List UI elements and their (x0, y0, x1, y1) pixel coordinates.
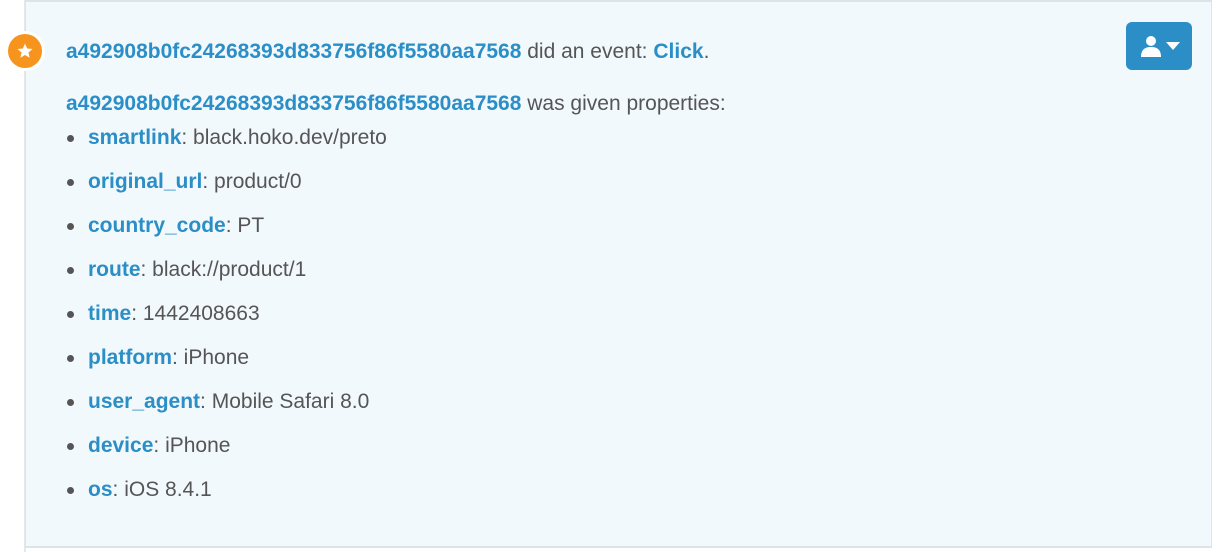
property-separator: : (112, 478, 125, 501)
property-value: iPhone (183, 346, 250, 369)
event-suffix: . (703, 40, 710, 63)
properties-heading: a492908b0fc24268393d833756f86f5580aa7568… (66, 90, 726, 118)
user-menu-button[interactable] (1126, 22, 1192, 70)
user-id-link[interactable]: a492908b0fc24268393d833756f86f5580aa7568 (66, 92, 521, 115)
user-icon (1140, 36, 1161, 57)
property-value: 1442408663 (142, 302, 260, 325)
property-separator: : (200, 390, 212, 413)
list-item: os: iOS 8.4.1 (67, 475, 387, 519)
property-separator: : (131, 302, 143, 325)
property-value: iOS 8.4.1 (124, 478, 212, 501)
star-icon (17, 43, 33, 58)
list-item: smartlink: black.hoko.dev/preto (67, 123, 387, 167)
caret-down-icon (1165, 42, 1180, 50)
list-item: route: black://product/1 (67, 255, 387, 299)
given-properties-text: was given properties: (521, 92, 726, 115)
property-key-link[interactable]: os (88, 478, 113, 501)
property-key-link[interactable]: route (88, 258, 141, 281)
property-separator: : (202, 170, 215, 193)
list-item: platform: iPhone (67, 343, 387, 387)
property-value: black.hoko.dev/preto (193, 126, 387, 149)
list-item: user_agent: Mobile Safari 8.0 (67, 387, 387, 431)
did-event-text: did an event: (521, 40, 654, 63)
property-separator: : (172, 346, 184, 369)
list-item: original_url: product/0 (67, 167, 387, 211)
property-separator: : (140, 258, 153, 281)
property-key-link[interactable]: smartlink (88, 126, 181, 149)
property-separator: : (225, 214, 238, 237)
event-headline: a492908b0fc24268393d833756f86f5580aa7568… (66, 38, 709, 66)
property-key-link[interactable]: platform (88, 346, 172, 369)
property-key-link[interactable]: device (88, 434, 153, 457)
list-item: country_code: PT (67, 211, 387, 255)
property-key-link[interactable]: country_code (88, 214, 226, 237)
star-badge-circle (8, 34, 42, 68)
property-key-link[interactable]: time (88, 302, 131, 325)
properties-list: smartlink: black.hoko.dev/preto original… (67, 123, 387, 519)
list-item: time: 1442408663 (67, 299, 387, 343)
property-value: black://product/1 (152, 258, 307, 281)
list-item: device: iPhone (67, 431, 387, 475)
event-type-badge (5, 31, 45, 71)
property-separator: : (181, 126, 194, 149)
property-key-link[interactable]: original_url (88, 170, 202, 193)
event-name-link[interactable]: Click (653, 40, 703, 63)
property-value: PT (237, 214, 265, 237)
property-value: iPhone (165, 434, 231, 457)
user-id-link[interactable]: a492908b0fc24268393d833756f86f5580aa7568 (66, 40, 521, 63)
property-separator: : (153, 434, 166, 457)
property-key-link[interactable]: user_agent (88, 390, 200, 413)
property-value: Mobile Safari 8.0 (211, 390, 370, 413)
property-value: product/0 (214, 170, 302, 193)
